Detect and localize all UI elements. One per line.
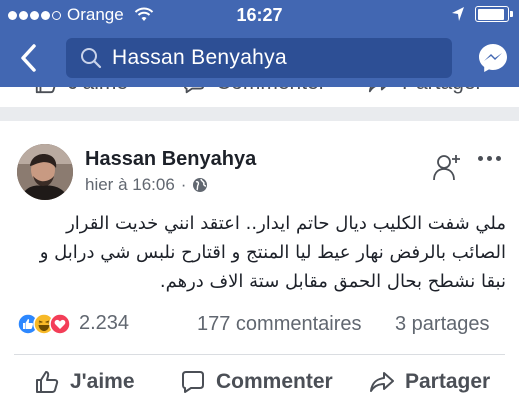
search-icon bbox=[81, 48, 102, 69]
comment-bubble-icon bbox=[182, 371, 204, 393]
thumbs-up-icon bbox=[36, 371, 59, 393]
post-body-text: ملي شفت الكليب ديال حاتم ايدار.. اعتقد ا… bbox=[39, 213, 506, 292]
prev-comment-button[interactable]: Commenter bbox=[182, 87, 326, 95]
post-meta: hier à 16:06 · bbox=[85, 175, 208, 195]
search-input[interactable]: Hassan Benyahya bbox=[66, 38, 452, 78]
shares-count-link[interactable]: 3 partages bbox=[395, 313, 490, 336]
battery-level bbox=[477, 8, 504, 20]
feed-separator bbox=[0, 107, 519, 121]
add-friend-icon[interactable] bbox=[432, 152, 462, 182]
share-arrow-icon bbox=[368, 87, 387, 93]
prev-like-label: J'aime bbox=[68, 87, 128, 95]
messenger-icon[interactable] bbox=[477, 42, 509, 74]
post-timestamp[interactable]: hier à 16:06 bbox=[85, 175, 175, 195]
prev-comment-label: Commenter bbox=[216, 87, 326, 95]
location-arrow-icon bbox=[452, 7, 464, 21]
chevron-left-icon bbox=[21, 44, 36, 72]
thumbs-up-icon bbox=[35, 87, 56, 94]
reactions-summary[interactable]: 2.234 bbox=[17, 312, 129, 335]
post-actions-bar: J'aime Commenter Partager bbox=[0, 357, 519, 407]
meta-separator: · bbox=[180, 175, 187, 194]
comment-bubble-icon bbox=[183, 87, 205, 94]
love-reaction-icon bbox=[49, 312, 71, 335]
like-label: J'aime bbox=[70, 370, 135, 393]
nav-bar: Hassan Benyahya bbox=[0, 33, 519, 83]
prev-share-label: Partager bbox=[402, 87, 483, 95]
back-button[interactable] bbox=[10, 38, 46, 78]
more-dots-icon bbox=[478, 156, 483, 161]
comments-count-link[interactable]: 177 commentaires bbox=[197, 313, 362, 336]
share-arrow-icon bbox=[370, 372, 394, 392]
globe-icon bbox=[193, 178, 208, 192]
status-bar: Orange 16:27 bbox=[0, 0, 519, 30]
more-options-button[interactable] bbox=[478, 156, 504, 166]
comment-button[interactable]: Commenter bbox=[180, 369, 333, 395]
actions-divider bbox=[14, 354, 505, 355]
app-header: Orange 16:27 Hassan Benyahya bbox=[0, 0, 519, 87]
share-label: Partager bbox=[405, 370, 491, 393]
share-button[interactable]: Partager bbox=[369, 369, 490, 395]
reactions-count: 2.234 bbox=[79, 312, 130, 334]
status-right bbox=[451, 6, 513, 22]
prev-like-button[interactable]: J'aime bbox=[34, 87, 128, 95]
post-author-name[interactable]: Hassan Benyahya bbox=[85, 148, 256, 171]
search-query-text: Hassan Benyahya bbox=[112, 46, 287, 69]
prev-share-button[interactable]: Partager bbox=[368, 87, 483, 95]
previous-post-actions: J'aime Commenter Partager bbox=[0, 87, 519, 107]
comment-label: Commenter bbox=[216, 370, 333, 393]
like-button[interactable]: J'aime bbox=[34, 369, 135, 395]
profile-photo bbox=[17, 144, 73, 200]
avatar[interactable] bbox=[17, 144, 73, 200]
post-card: Hassan Benyahya hier à 16:06 · ملي شفت ا… bbox=[0, 121, 519, 410]
status-time: 16:27 bbox=[236, 5, 283, 25]
battery-icon bbox=[475, 6, 513, 22]
facebook-mobile-screen: Orange 16:27 Hassan Benyahya Hassan Beny… bbox=[0, 0, 519, 410]
